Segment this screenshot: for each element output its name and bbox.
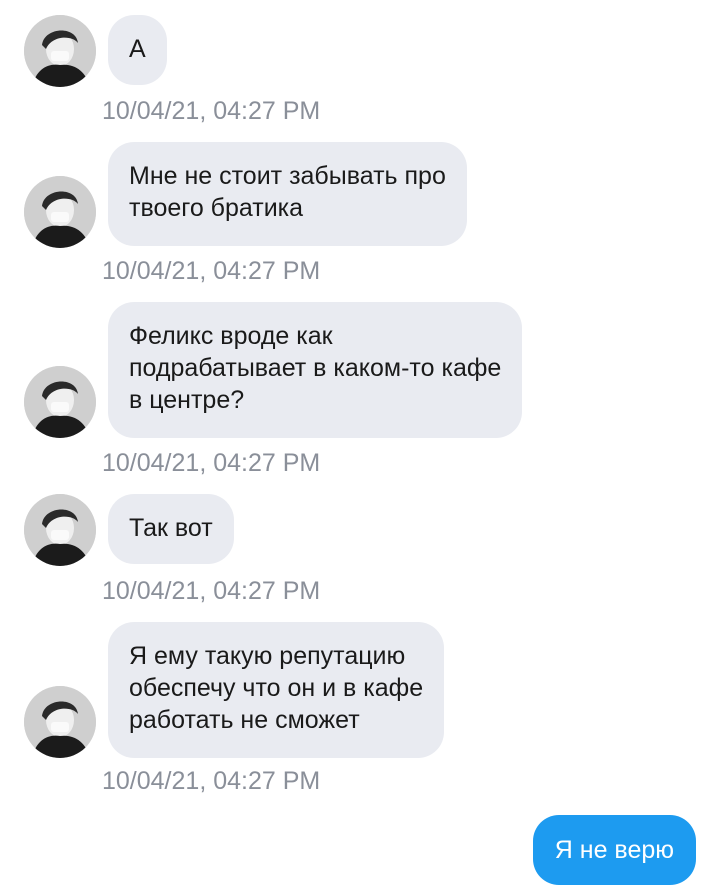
message-bubble[interactable]: Феликс вроде как подрабатывает в каком-т… (108, 302, 523, 438)
outgoing-message-bubble[interactable]: Я не верю (532, 815, 696, 885)
avatar-photo-icon (24, 176, 96, 248)
avatar-photo-icon (24, 366, 96, 438)
avatar-photo-icon (24, 686, 96, 758)
message-timestamp: 10/04/21, 04:27 PM (102, 767, 321, 795)
message-timestamp: 10/04/21, 04:27 PM (102, 449, 321, 477)
message-bubble[interactable]: Так вот (108, 494, 234, 564)
avatar-photo-icon (24, 494, 96, 566)
message-bubble[interactable]: А (108, 15, 167, 85)
avatar-photo-icon (24, 15, 96, 87)
avatar[interactable] (24, 686, 96, 758)
avatar[interactable] (24, 366, 96, 438)
avatar[interactable] (24, 494, 96, 566)
avatar[interactable] (24, 15, 96, 87)
message-bubble[interactable]: Мне не стоит забывать про твоего братика (108, 142, 467, 246)
message-bubble[interactable]: Я ему такую репутацию обеспечу что он и … (108, 622, 445, 758)
message-timestamp: 10/04/21, 04:27 PM (102, 257, 321, 285)
avatar[interactable] (24, 176, 96, 248)
message-timestamp: 10/04/21, 04:27 PM (102, 577, 321, 605)
message-timestamp: 10/04/21, 04:27 PM (102, 97, 321, 125)
